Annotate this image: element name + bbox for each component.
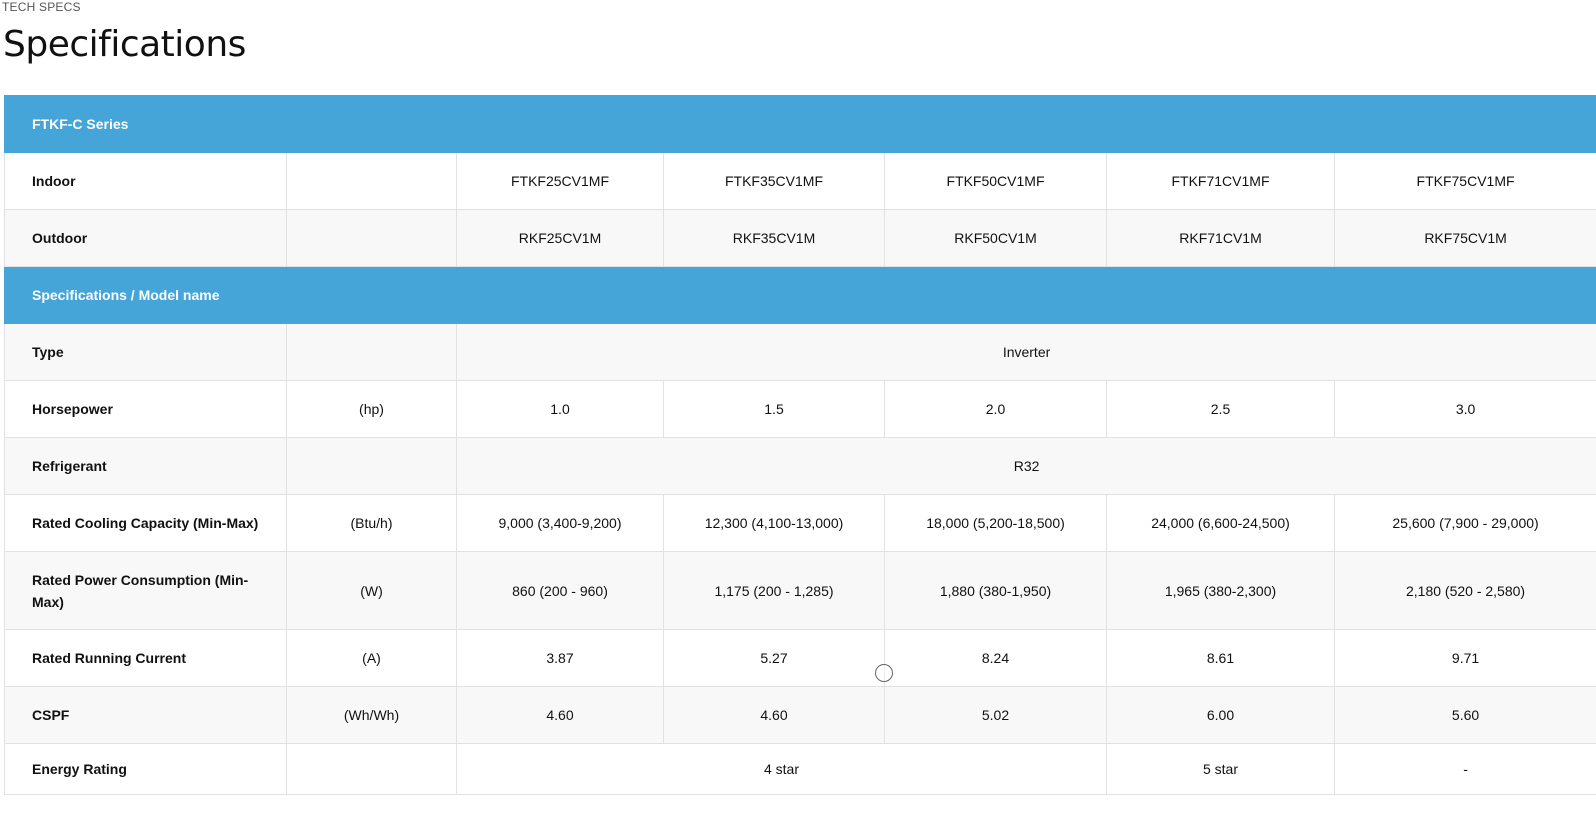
value-cell: 25,600 (7,900 - 29,000) <box>1333 494 1596 552</box>
table-row-energy-rating: Energy Rating 4 star 5 star - <box>4 743 1596 795</box>
value-cell: 1,175 (200 - 1,285) <box>663 551 885 630</box>
value-cell: 5 star <box>1106 743 1335 795</box>
value-cell: 18,000 (5,200-18,500) <box>884 494 1107 552</box>
table-row-outdoor: Outdoor RKF25CV1M RKF35CV1M RKF50CV1M RK… <box>4 209 1596 267</box>
value-cell: 4 star <box>456 743 1107 795</box>
model-cell: FTKF35CV1MF <box>663 152 885 210</box>
table-row-running-current: Rated Running Current (A) 3.87 5.27 8.24… <box>4 629 1596 687</box>
eyebrow-label: TECH SPECS <box>2 0 81 14</box>
value-cell: 2.5 <box>1106 380 1335 438</box>
value-cell: 9.71 <box>1333 629 1596 687</box>
table-row-indoor: Indoor FTKF25CV1MF FTKF35CV1MF FTKF50CV1… <box>4 152 1596 210</box>
model-cell: RKF75CV1M <box>1333 209 1596 267</box>
row-label: Horsepower <box>4 380 287 438</box>
model-cell: RKF71CV1M <box>1106 209 1335 267</box>
section-title: FTKF-C Series <box>3 95 1596 153</box>
unit-cell <box>286 152 457 210</box>
row-label: Rated Power Consumption (Min-Max) <box>4 551 287 630</box>
value-cell: 4.60 <box>663 686 885 744</box>
value-cell: 1.0 <box>456 380 664 438</box>
page-title: Specifications <box>3 24 246 65</box>
section-header-specs: Specifications / Model name <box>3 266 1596 324</box>
table-row-cooling-capacity: Rated Cooling Capacity (Min-Max) (Btu/h)… <box>4 494 1596 552</box>
unit-cell <box>286 437 457 495</box>
cursor-indicator-icon <box>875 664 893 682</box>
row-label: Rated Cooling Capacity (Min-Max) <box>4 494 287 552</box>
table-row-horsepower: Horsepower (hp) 1.0 1.5 2.0 2.5 3.0 <box>4 380 1596 438</box>
table-row-power-consumption: Rated Power Consumption (Min-Max) (W) 86… <box>4 551 1596 630</box>
value-cell: 4.60 <box>456 686 664 744</box>
model-cell: RKF25CV1M <box>456 209 664 267</box>
value-cell: 3.0 <box>1333 380 1596 438</box>
unit-cell <box>286 743 457 795</box>
value-cell: 3.87 <box>456 629 664 687</box>
model-cell: FTKF50CV1MF <box>884 152 1107 210</box>
value-cell: 24,000 (6,600-24,500) <box>1106 494 1335 552</box>
value-cell: 5.27 <box>663 629 885 687</box>
row-label: Type <box>4 323 287 381</box>
table-row-cspf: CSPF (Wh/Wh) 4.60 4.60 5.02 6.00 5.60 <box>4 686 1596 744</box>
row-label: Rated Running Current <box>4 629 287 687</box>
row-label: Outdoor <box>4 209 287 267</box>
model-cell: FTKF25CV1MF <box>456 152 664 210</box>
section-header-series: FTKF-C Series <box>3 95 1596 153</box>
value-cell: - <box>1333 743 1596 795</box>
row-label: Energy Rating <box>4 743 287 795</box>
unit-cell: (Btu/h) <box>286 494 457 552</box>
section-title: Specifications / Model name <box>3 266 1596 324</box>
unit-cell <box>286 323 457 381</box>
unit-cell <box>286 209 457 267</box>
value-cell: 5.02 <box>884 686 1107 744</box>
unit-cell: (W) <box>286 551 457 630</box>
table-row-refrigerant: Refrigerant R32 <box>4 437 1596 495</box>
model-cell: FTKF75CV1MF <box>1333 152 1596 210</box>
row-label: Refrigerant <box>4 437 287 495</box>
value-cell: 9,000 (3,400-9,200) <box>456 494 664 552</box>
value-cell: 6.00 <box>1106 686 1335 744</box>
unit-cell: (Wh/Wh) <box>286 686 457 744</box>
model-cell: RKF35CV1M <box>663 209 885 267</box>
value-cell: 12,300 (4,100-13,000) <box>663 494 885 552</box>
value-cell: 1.5 <box>663 380 885 438</box>
row-label: Indoor <box>4 152 287 210</box>
value-cell: 5.60 <box>1333 686 1596 744</box>
value-cell: 8.24 <box>884 629 1107 687</box>
model-cell: RKF50CV1M <box>884 209 1107 267</box>
value-cell: 8.61 <box>1106 629 1335 687</box>
table-row-type: Type Inverter <box>4 323 1596 381</box>
value-cell: R32 <box>455 437 1596 495</box>
value-cell: 860 (200 - 960) <box>456 551 664 630</box>
value-cell: Inverter <box>455 323 1596 381</box>
specifications-table: FTKF-C Series Indoor FTKF25CV1MF FTKF35C… <box>3 95 1596 795</box>
value-cell: 1,965 (380-2,300) <box>1106 551 1335 630</box>
unit-cell: (A) <box>286 629 457 687</box>
value-cell: 2,180 (520 - 2,580) <box>1333 551 1596 630</box>
value-cell: 1,880 (380-1,950) <box>884 551 1107 630</box>
model-cell: FTKF71CV1MF <box>1106 152 1335 210</box>
value-cell: 2.0 <box>884 380 1107 438</box>
unit-cell: (hp) <box>286 380 457 438</box>
row-label: CSPF <box>4 686 287 744</box>
